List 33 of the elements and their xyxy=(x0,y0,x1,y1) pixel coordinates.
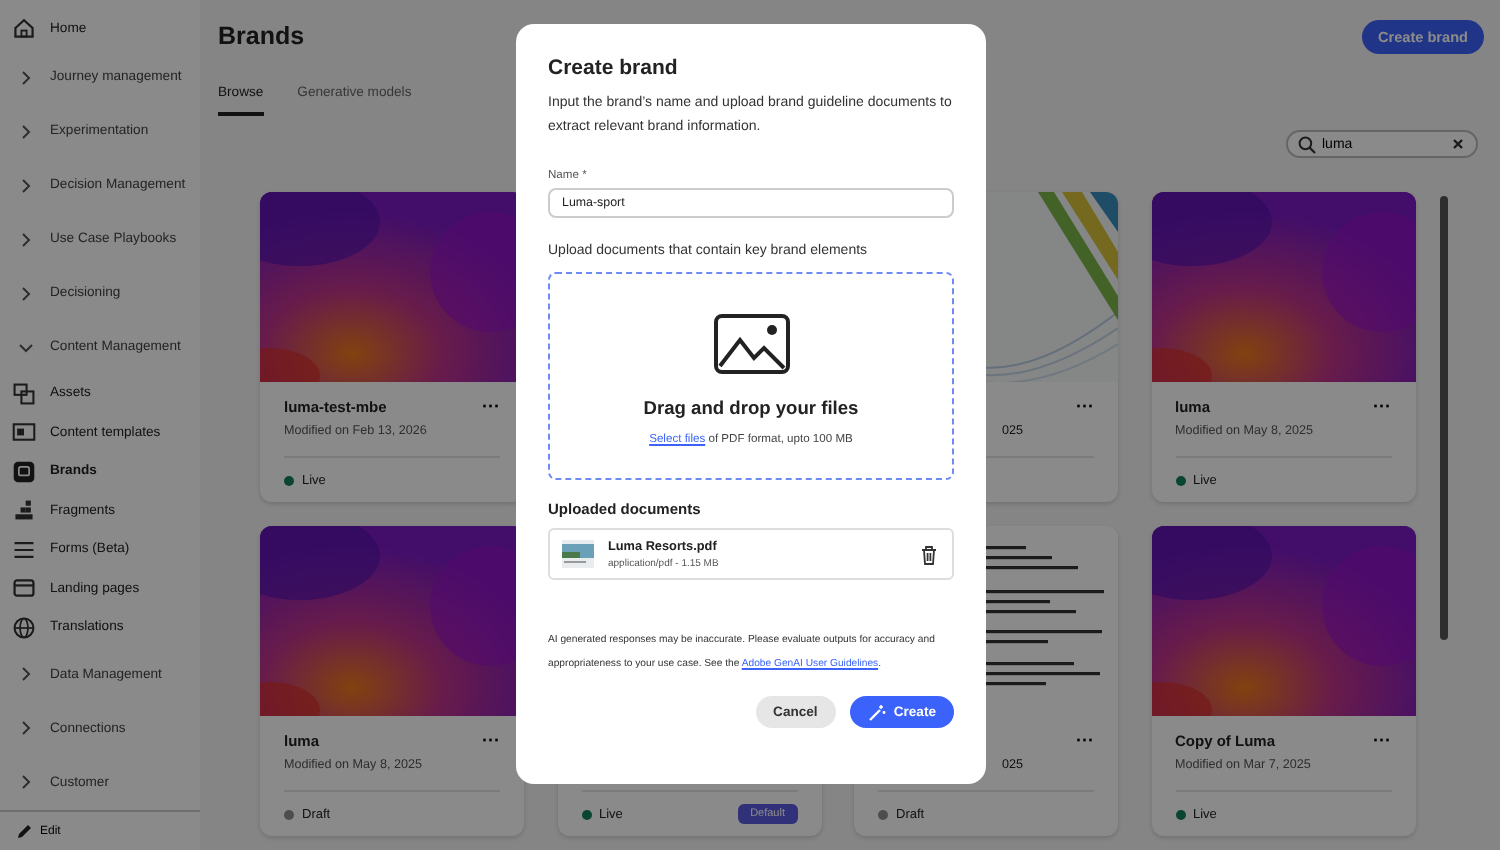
template-icon xyxy=(12,420,36,445)
clear-icon[interactable] xyxy=(1452,138,1464,150)
chevron-icon xyxy=(18,123,34,139)
more-button[interactable]: ··· xyxy=(482,732,500,750)
chevron-icon xyxy=(18,177,34,193)
home-icon xyxy=(12,16,36,40)
chevron-icon xyxy=(18,231,34,247)
page-title: Brands xyxy=(218,22,305,50)
delete-icon[interactable] xyxy=(918,543,940,565)
brand-icon xyxy=(12,459,36,484)
more-button[interactable]: ··· xyxy=(482,398,500,416)
pencil-icon xyxy=(16,823,32,839)
stacked-squares-icon xyxy=(12,381,36,406)
image-icon xyxy=(713,314,789,374)
lines-icon xyxy=(12,537,36,562)
browser-window-icon xyxy=(12,576,36,601)
more-button[interactable]: ··· xyxy=(1076,398,1094,416)
chevron-icon xyxy=(18,69,34,85)
chevron-icon xyxy=(18,666,34,682)
chevron-icon xyxy=(18,774,34,790)
chevron-icon xyxy=(18,720,34,736)
more-button[interactable]: ··· xyxy=(1373,398,1391,416)
blocks-icon xyxy=(12,498,36,523)
more-button[interactable]: ··· xyxy=(1373,732,1391,750)
globe-icon xyxy=(12,615,36,640)
scrollbar-thumb[interactable] xyxy=(1439,196,1447,640)
search-icon xyxy=(1298,135,1316,153)
chevron-icon xyxy=(18,285,34,301)
more-button[interactable]: ··· xyxy=(1076,732,1094,750)
wand-icon xyxy=(867,703,886,721)
dialog-title: Create brand xyxy=(548,56,680,80)
chevron-icon xyxy=(18,339,34,355)
drop-heading: Drag and drop your files xyxy=(643,398,859,418)
